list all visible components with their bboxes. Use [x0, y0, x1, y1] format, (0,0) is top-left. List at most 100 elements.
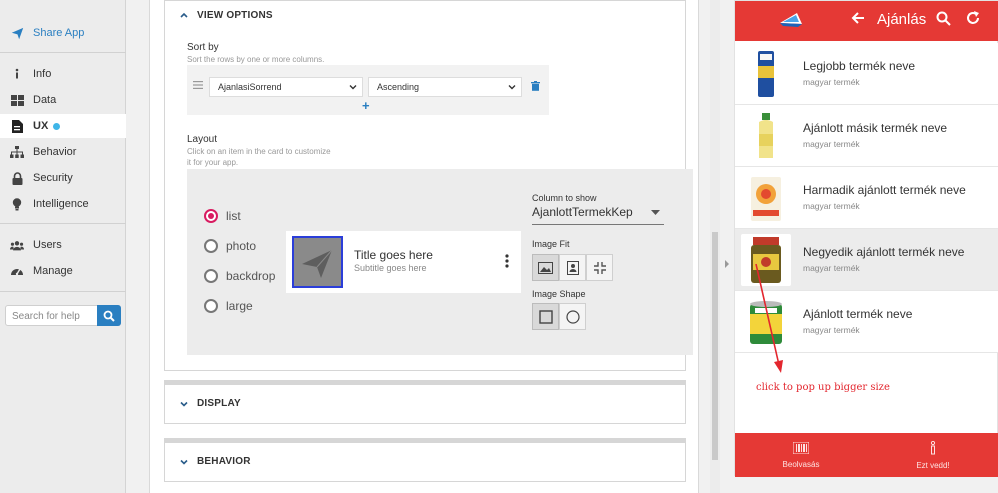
buy-this-tab-label: Ezt vedd! [916, 460, 950, 470]
active-indicator-dot [53, 122, 61, 130]
radio-button-selected[interactable] [204, 209, 218, 223]
ux-doc-icon [10, 119, 24, 133]
column-to-show-select[interactable]: AjanlottTermekKep [532, 205, 664, 225]
nav-label: Security [33, 172, 73, 184]
sort-order-value: Ascending [377, 82, 420, 92]
shrink-icon [593, 261, 606, 274]
item-subtitle: magyar termék [803, 201, 860, 211]
column-to-show-value: AjanlottTermekKep [532, 205, 633, 219]
image-fit-shrink-button[interactable] [586, 254, 613, 281]
paper-plane-icon [10, 26, 24, 40]
nav-item-users[interactable]: Users [0, 233, 126, 257]
buy-this-tab[interactable]: Ezt vedd! [867, 433, 998, 477]
app-screen-title: Ajánlás [877, 11, 927, 28]
radio-button[interactable] [204, 269, 218, 283]
app-preview-phone: Ajánlás Legjobb termék neve magyar termé… [734, 0, 998, 477]
nav-item-behavior[interactable]: Behavior [0, 140, 126, 164]
item-title: Legjobb termék neve [803, 59, 916, 73]
collapse-preview-icon[interactable] [723, 260, 731, 268]
item-subtitle: magyar termék [803, 325, 860, 335]
app-bottom-bar: Beolvasás Ezt vedd! [735, 433, 998, 477]
image-shape-square-button[interactable] [532, 303, 559, 330]
nav-item-intelligence[interactable]: Intelligence [0, 192, 126, 216]
preview-image-slot[interactable] [292, 236, 343, 288]
nav-label: Data [33, 94, 57, 106]
drag-handle-icon[interactable] [193, 81, 203, 89]
left-navigation: Share App Info Data UX Behavior Security [0, 0, 126, 493]
share-app-link[interactable]: Share App [0, 21, 126, 45]
nav-label: UX [33, 120, 49, 132]
list-item[interactable]: Harmadik ajánlott termék neve magyar ter… [735, 167, 998, 229]
dropdown-arrow-icon [651, 210, 660, 215]
product-image-pasta [741, 48, 791, 100]
nav-item-data[interactable]: Data [0, 88, 126, 112]
display-section[interactable]: DISPLAY [164, 380, 686, 424]
preview-title[interactable]: Title goes here [354, 248, 433, 262]
chevron-up-icon [180, 12, 188, 18]
chevron-down-icon [349, 85, 357, 90]
annotation-arrow [755, 263, 783, 373]
card-accent-bar [165, 381, 685, 385]
back-arrow-icon[interactable] [851, 11, 865, 25]
view-options-header[interactable]: VIEW OPTIONS [165, 7, 273, 23]
radio-button[interactable] [204, 239, 218, 253]
list-item[interactable]: Legjobb termék neve magyar termék [735, 43, 998, 105]
refresh-icon[interactable] [965, 10, 981, 26]
app-logo-icon [780, 13, 802, 27]
nav-label: Behavior [33, 146, 77, 158]
item-subtitle: magyar termék [803, 77, 860, 87]
scan-tab[interactable]: Beolvasás [735, 433, 867, 477]
view-options-card: VIEW OPTIONS Sort by Sort the rows by on… [164, 0, 693, 371]
behavior-section[interactable]: BEHAVIOR [164, 438, 686, 482]
nav-item-manage[interactable]: Manage [0, 259, 126, 283]
item-title: Ajánlott termék neve [803, 307, 913, 321]
search-icon[interactable] [936, 11, 951, 26]
item-subtitle: magyar termék [803, 263, 860, 273]
nav-label: Manage [33, 265, 73, 277]
column-to-show-label: Column to show [532, 193, 597, 203]
help-search-button[interactable] [97, 305, 121, 326]
sort-rule-row: AjanlasiSorrend Ascending + [187, 65, 549, 115]
layout-option-list[interactable]: list [204, 209, 241, 223]
sort-by-help: Sort the rows by one or more columns. [187, 55, 325, 64]
paper-plane-icon [302, 249, 333, 278]
image-shape-toggle-group [532, 303, 586, 330]
vertical-scrollbar-thumb[interactable] [712, 232, 718, 460]
behavior-section-header[interactable]: BEHAVIOR [165, 456, 251, 467]
help-search-input[interactable] [6, 307, 94, 326]
nav-item-ux[interactable]: UX [0, 114, 126, 138]
sort-column-select[interactable]: AjanlasiSorrend [209, 77, 363, 97]
nav-divider [0, 52, 126, 53]
image-fit-portrait-button[interactable] [559, 254, 586, 281]
share-app-label: Share App [33, 27, 85, 39]
sort-order-select[interactable]: Ascending [368, 77, 522, 97]
portrait-icon [566, 260, 579, 275]
barcode-icon [793, 441, 809, 454]
chevron-down-icon [180, 401, 188, 407]
layout-option-photo[interactable]: photo [204, 239, 256, 253]
layout-help-line-1: Click on an item in the card to customiz… [187, 147, 331, 156]
image-shape-circle-button[interactable] [559, 303, 586, 330]
preview-subtitle[interactable]: Subtitle goes here [354, 263, 427, 273]
scan-tab-label: Beolvasás [782, 459, 820, 469]
chevron-down-icon [508, 85, 516, 90]
layout-option-large[interactable]: large [204, 299, 253, 313]
info-outline-icon [930, 440, 936, 454]
item-title: Negyedik ajánlott termék neve [803, 245, 965, 259]
image-fit-fill-button[interactable] [532, 254, 559, 281]
users-icon [10, 238, 24, 252]
app-header-bar: Ajánlás [735, 1, 998, 41]
layout-option-backdrop[interactable]: backdrop [204, 269, 275, 283]
nav-item-info[interactable]: Info [0, 62, 126, 86]
radio-button[interactable] [204, 299, 218, 313]
list-item[interactable]: Ajánlott másik termék neve magyar termék [735, 105, 998, 167]
nav-label: Intelligence [33, 198, 89, 210]
image-fit-label: Image Fit [532, 239, 570, 249]
layout-option-label: backdrop [226, 269, 276, 283]
nav-item-security[interactable]: Security [0, 166, 126, 190]
trash-icon[interactable] [531, 81, 540, 91]
display-section-header[interactable]: DISPLAY [165, 398, 241, 409]
more-vert-icon[interactable] [505, 253, 509, 269]
view-options-title: VIEW OPTIONS [197, 9, 273, 21]
add-sort-button[interactable]: + [362, 98, 370, 113]
